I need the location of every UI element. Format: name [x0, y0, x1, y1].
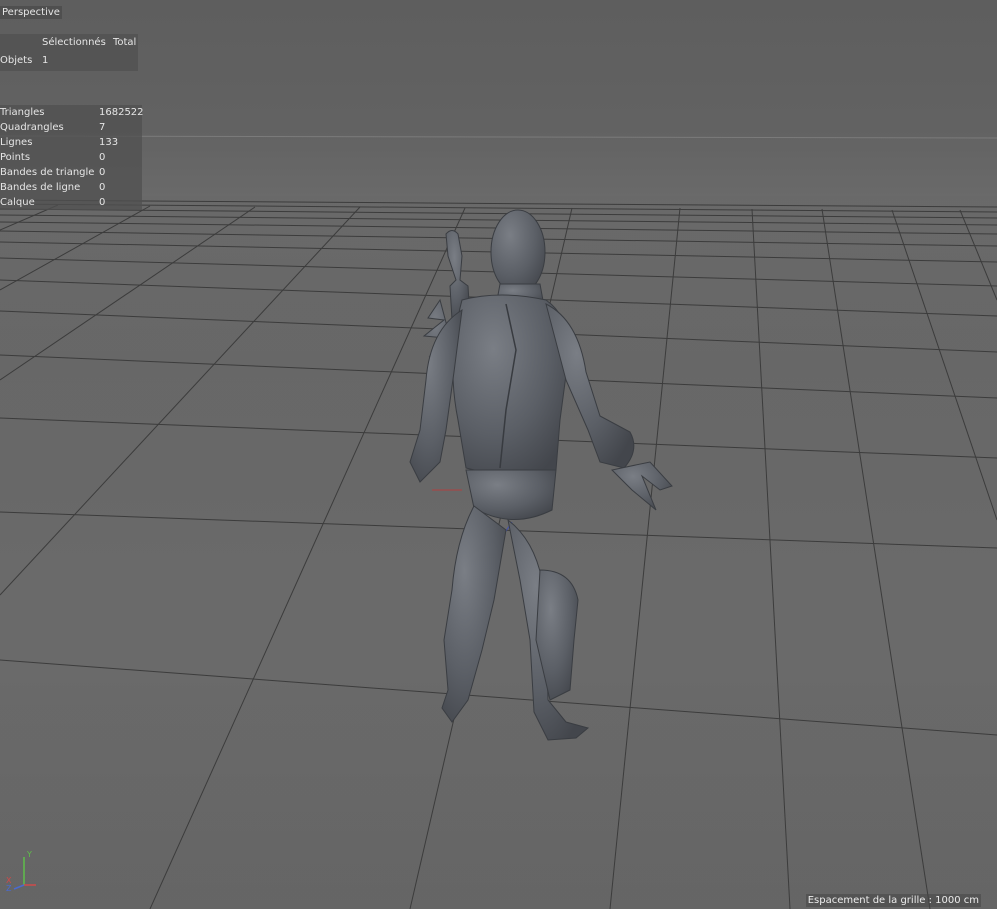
stats-row-bandes-triangle: Bandes de triangle 0 [0, 165, 142, 180]
stats-label: Calque [0, 197, 35, 208]
axis-z-label: Z [6, 884, 12, 891]
stats-label: Triangles [0, 107, 45, 118]
objects-row: Objets 1 [0, 55, 48, 66]
stats-value: 0 [99, 197, 106, 208]
stats-value: 0 [99, 152, 106, 163]
selection-hud: Sélectionnés Total Objets 1 [0, 34, 138, 71]
stats-label: Quadrangles [0, 122, 64, 133]
stats-label: Bandes de ligne [0, 182, 81, 193]
stats-row-triangles: Triangles 1682522 [0, 105, 144, 120]
selection-hud-header: Sélectionnés Total [42, 37, 136, 48]
grid-spacing-label: Espacement de la grille : 1000 cm [805, 894, 981, 907]
stats-value: 0 [99, 182, 106, 193]
objects-label: Objets [0, 55, 33, 66]
stats-value: 133 [99, 137, 119, 148]
objects-value: 1 [42, 55, 49, 66]
stats-label: Points [0, 152, 31, 163]
stats-row-calque: Calque 0 [0, 195, 142, 210]
head [490, 209, 546, 295]
axis-y-label: Y [26, 850, 32, 859]
col-total-label: Total [112, 37, 137, 48]
stats-row-quadrangles: Quadrangles 7 [0, 120, 142, 135]
stats-row-lignes: Lignes 133 [0, 135, 142, 150]
col-selected-label: Sélectionnés [42, 37, 106, 48]
perspective-viewport[interactable]: Perspective Sélectionnés Total Objets 1 … [0, 0, 997, 909]
camera-label[interactable]: Perspective [0, 6, 62, 19]
viewport-scene[interactable] [0, 0, 997, 909]
horizon-line [0, 135, 997, 139]
stats-row-points: Points 0 [0, 150, 142, 165]
scene-stats-hud: Triangles 1682522 Quadrangles 7 Lignes 1… [0, 105, 144, 210]
stats-value: 0 [99, 167, 106, 178]
stats-value: 7 [99, 122, 106, 133]
axis-gizmo-icon: Y X Z [6, 850, 36, 891]
stats-value: 1682522 [99, 107, 144, 118]
stats-label: Lignes [0, 137, 33, 148]
stats-label: Bandes de triangle [0, 167, 95, 178]
stats-row-bandes-ligne: Bandes de ligne 0 [0, 180, 142, 195]
